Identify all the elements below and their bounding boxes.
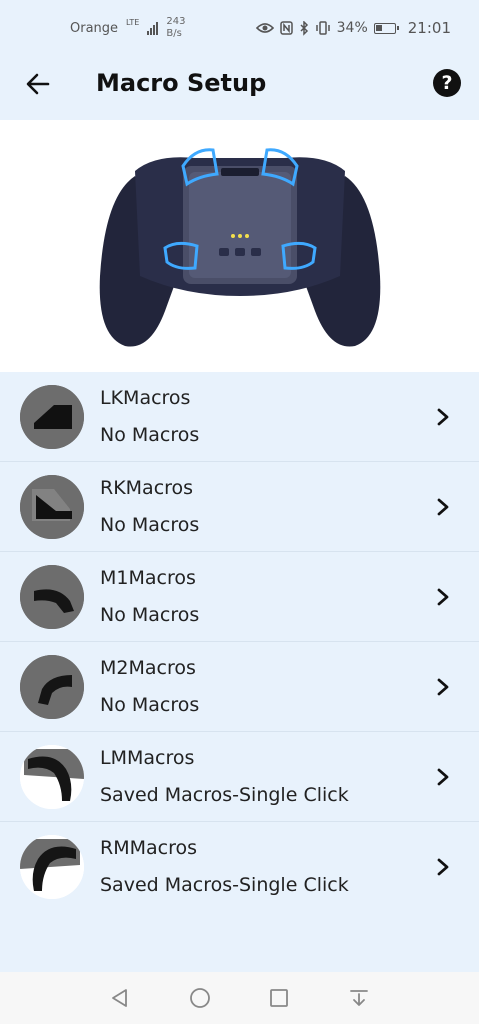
pull-down-icon [350, 990, 369, 1006]
m2-paddle-thumbnail [20, 654, 84, 719]
chevron-right-icon [437, 588, 449, 606]
battery-percent: 34% [336, 20, 368, 36]
back-button[interactable] [24, 70, 52, 98]
chevron-right-icon [437, 678, 449, 696]
chevron-right-icon [437, 768, 449, 786]
macro-status: No Macros [100, 514, 200, 536]
speed-value: 243 [166, 16, 186, 27]
system-nav-bar [0, 972, 479, 1024]
macro-status: No Macros [100, 604, 200, 626]
macro-row-text: RMMacros Saved Macros-Single Click [100, 834, 349, 899]
app-bar: Macro Setup ? [0, 56, 479, 120]
macro-name: M1Macros [100, 567, 196, 589]
macro-status: No Macros [100, 424, 200, 446]
macro-name: LMMacros [100, 747, 195, 769]
macro-name: LKMacros [100, 387, 191, 409]
network-speed: 243 B/s [166, 16, 185, 40]
macro-status: Saved Macros-Single Click [100, 874, 349, 896]
macro-row-text: LKMacros No Macros [100, 384, 199, 449]
carrier-name: Orange [70, 20, 119, 36]
vibrate-icon [315, 21, 330, 35]
macro-name: RKMacros [100, 477, 194, 499]
macro-row-m2[interactable]: M2Macros No Macros [0, 642, 479, 732]
lm-paddle-thumbnail [20, 744, 84, 809]
macro-row-text: LMMacros Saved Macros-Single Click [100, 744, 349, 809]
macro-row-rk[interactable]: RKMacros No Macros [0, 462, 479, 552]
battery-icon [373, 22, 399, 34]
speed-unit: B/s [166, 28, 182, 39]
clock: 21:01 [407, 19, 451, 37]
macro-row-text: M1Macros No Macros [100, 564, 199, 629]
status-right: 34% 21:01 [255, 19, 451, 37]
eye-icon [255, 23, 274, 33]
nav-back-button[interactable] [107, 985, 133, 1011]
page-title: Macro Setup [96, 69, 267, 97]
triangle-back-icon [111, 989, 127, 1007]
nfc-icon [279, 21, 293, 35]
network-type: LTE [126, 17, 140, 27]
circle-home-icon [189, 988, 210, 1008]
chevron-right-icon [437, 498, 449, 516]
chevron-right-icon [437, 408, 449, 426]
arrow-left-icon [26, 73, 50, 95]
macro-status: Saved Macros-Single Click [100, 784, 349, 806]
macro-row-lk[interactable]: LKMacros No Macros [0, 372, 479, 462]
signal-icon [147, 21, 159, 35]
rm-paddle-thumbnail [20, 835, 84, 899]
help-button[interactable]: ? [433, 69, 461, 97]
status-bar: Orange LTE 243 B/s 34% 21:01 [0, 0, 479, 56]
macro-name: RMMacros [100, 837, 197, 859]
nav-home-button[interactable] [187, 985, 213, 1011]
macro-row-text: M2Macros No Macros [100, 654, 199, 719]
rk-paddle-thumbnail [20, 474, 84, 539]
macro-row-text: RKMacros No Macros [100, 474, 199, 539]
nav-notifications-button[interactable] [346, 985, 372, 1011]
macro-row-m1[interactable]: M1Macros No Macros [0, 552, 479, 642]
macro-row-rm[interactable]: RMMacros Saved Macros-Single Click [0, 822, 479, 912]
controller-image-panel [0, 120, 479, 372]
controller-image [99, 148, 380, 347]
bluetooth-icon [300, 20, 308, 36]
chevron-right-icon [437, 858, 449, 876]
square-recents-icon [270, 989, 289, 1007]
lk-paddle-thumbnail [20, 384, 84, 449]
m1-paddle-thumbnail [20, 564, 84, 629]
macro-list: LKMacros No Macros RKMacros No Macros M1… [0, 372, 479, 912]
nav-recents-button[interactable] [266, 985, 292, 1011]
status-left: Orange LTE 243 B/s [70, 16, 185, 40]
macro-row-lm[interactable]: LMMacros Saved Macros-Single Click [0, 732, 479, 822]
macro-name: M2Macros [100, 657, 196, 679]
macro-status: No Macros [100, 694, 200, 716]
